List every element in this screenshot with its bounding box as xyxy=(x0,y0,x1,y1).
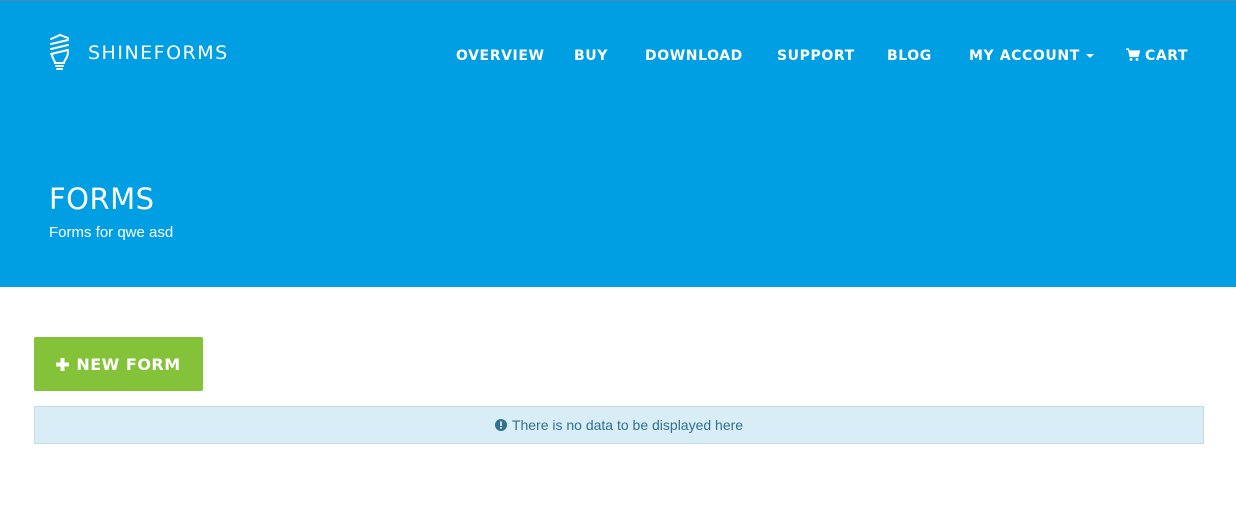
brand-name: SHINEFORMS xyxy=(88,42,229,64)
page-subtitle: Forms for qwe asd xyxy=(49,224,174,241)
plus-icon xyxy=(56,357,70,371)
nav-support[interactable]: SUPPORT xyxy=(777,45,855,67)
nav-buy[interactable]: BUY xyxy=(574,45,608,67)
nav-my-account[interactable]: MY ACCOUNT xyxy=(969,45,1094,67)
new-form-button[interactable]: NEW FORM xyxy=(34,337,203,391)
page-title: FORMS xyxy=(49,182,155,216)
nav-download[interactable]: DOWNLOAD xyxy=(645,45,743,67)
nav-cart-label: CART xyxy=(1145,48,1189,64)
empty-state-alert: There is no data to be displayed here xyxy=(34,406,1204,444)
nav-my-account-label: MY ACCOUNT xyxy=(969,48,1080,64)
caret-down-icon xyxy=(1085,54,1094,58)
new-form-label: NEW FORM xyxy=(76,354,181,374)
alert-message: There is no data to be displayed here xyxy=(511,417,744,433)
shopping-cart-icon xyxy=(1126,48,1140,61)
info-circle-icon xyxy=(494,419,507,431)
top-border xyxy=(0,0,1236,1)
lightbulb-icon xyxy=(50,33,69,70)
nav-cart[interactable]: CART xyxy=(1126,45,1188,67)
nav-blog[interactable]: BLOG xyxy=(887,45,932,67)
page-header: SHINEFORMS OVERVIEW BUY DOWNLOAD SUPPORT… xyxy=(0,0,1236,287)
nav-overview[interactable]: OVERVIEW xyxy=(456,45,545,67)
brand-logo[interactable]: SHINEFORMS xyxy=(48,33,229,73)
